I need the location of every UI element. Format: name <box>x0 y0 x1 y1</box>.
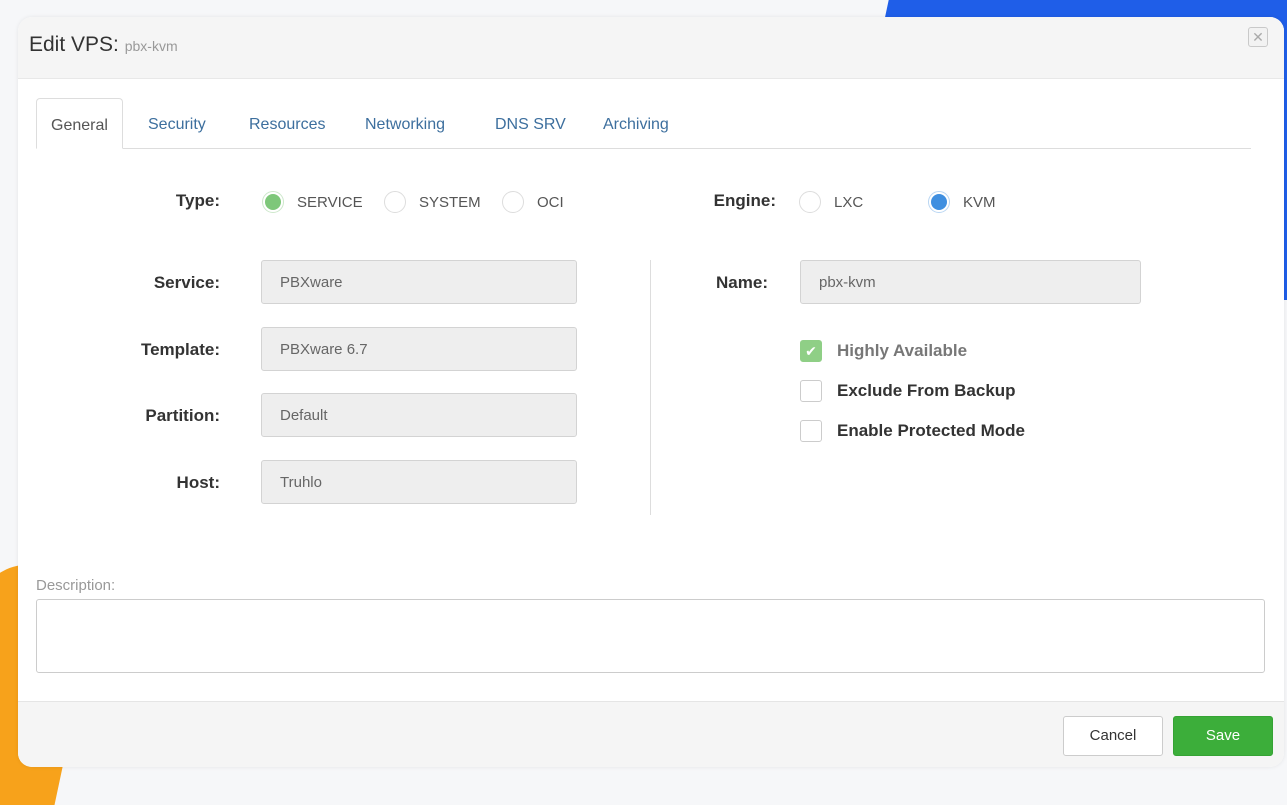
type-label: Type: <box>175 191 220 210</box>
checkbox-empty-icon <box>800 420 822 442</box>
dialog-header: Edit VPS: pbx-kvm ✕ <box>18 17 1284 79</box>
type-option-system[interactable]: SYSTEM <box>384 191 481 213</box>
radio-unselected-icon <box>799 191 821 213</box>
engine-lxc-label: LXC <box>834 193 864 211</box>
tab-bar: General Security Resources Networking DN… <box>36 98 1251 149</box>
tab-archiving[interactable]: Archiving <box>603 98 669 148</box>
engine-kvm-label: KVM <box>963 193 996 211</box>
radio-selected-icon <box>928 191 950 213</box>
engine-option-kvm[interactable]: KVM <box>928 191 996 213</box>
checkbox-exclude-from-backup[interactable]: Exclude From Backup <box>800 380 1016 402</box>
tab-resources[interactable]: Resources <box>249 98 325 148</box>
column-divider <box>650 260 651 515</box>
enable-protected-mode-label: Enable Protected Mode <box>837 421 1025 440</box>
partition-field[interactable]: Default <box>261 393 577 437</box>
dialog-footer: Cancel Save <box>18 701 1284 767</box>
dialog-title-text: Edit VPS: <box>29 33 119 56</box>
name-label: Name: <box>716 273 768 292</box>
radio-unselected-icon <box>384 191 406 213</box>
template-field[interactable]: PBXware 6.7 <box>261 327 577 371</box>
service-field[interactable]: PBXware <box>261 260 577 304</box>
checkbox-enable-protected-mode[interactable]: Enable Protected Mode <box>800 420 1025 442</box>
service-label: Service: <box>153 273 220 292</box>
checkbox-highly-available[interactable]: ✔ Highly Available <box>800 340 967 362</box>
description-label: Description: <box>36 577 116 594</box>
dialog-subtitle: pbx-kvm <box>124 38 178 54</box>
type-service-label: SERVICE <box>297 193 363 211</box>
type-system-label: SYSTEM <box>419 193 481 211</box>
name-field[interactable]: pbx-kvm <box>800 260 1141 304</box>
template-label: Template: <box>140 340 220 359</box>
tab-dns-srv[interactable]: DNS SRV <box>495 98 566 148</box>
checkmark-icon: ✔ <box>800 340 822 362</box>
save-button[interactable]: Save <box>1173 716 1273 756</box>
type-option-service[interactable]: SERVICE <box>262 191 363 213</box>
radio-selected-icon <box>262 191 284 213</box>
cancel-button[interactable]: Cancel <box>1063 716 1163 756</box>
tab-general[interactable]: General <box>36 98 123 149</box>
host-field[interactable]: Truhlo <box>261 460 577 504</box>
dialog-title: Edit VPS: pbx-kvm <box>29 33 178 57</box>
type-option-oci[interactable]: OCI <box>502 191 564 213</box>
checkbox-empty-icon <box>800 380 822 402</box>
type-oci-label: OCI <box>537 193 564 211</box>
engine-label: Engine: <box>713 191 776 210</box>
tab-security[interactable]: Security <box>148 98 206 148</box>
radio-unselected-icon <box>502 191 524 213</box>
exclude-from-backup-label: Exclude From Backup <box>837 381 1016 400</box>
close-icon[interactable]: ✕ <box>1248 27 1268 47</box>
highly-available-label: Highly Available <box>837 341 968 360</box>
description-textarea[interactable] <box>36 599 1265 673</box>
host-label: Host: <box>176 473 220 492</box>
partition-label: Partition: <box>145 406 220 425</box>
engine-option-lxc[interactable]: LXC <box>799 191 863 213</box>
edit-vps-dialog: Edit VPS: pbx-kvm ✕ General Security Res… <box>18 17 1284 767</box>
tab-networking[interactable]: Networking <box>365 98 445 148</box>
